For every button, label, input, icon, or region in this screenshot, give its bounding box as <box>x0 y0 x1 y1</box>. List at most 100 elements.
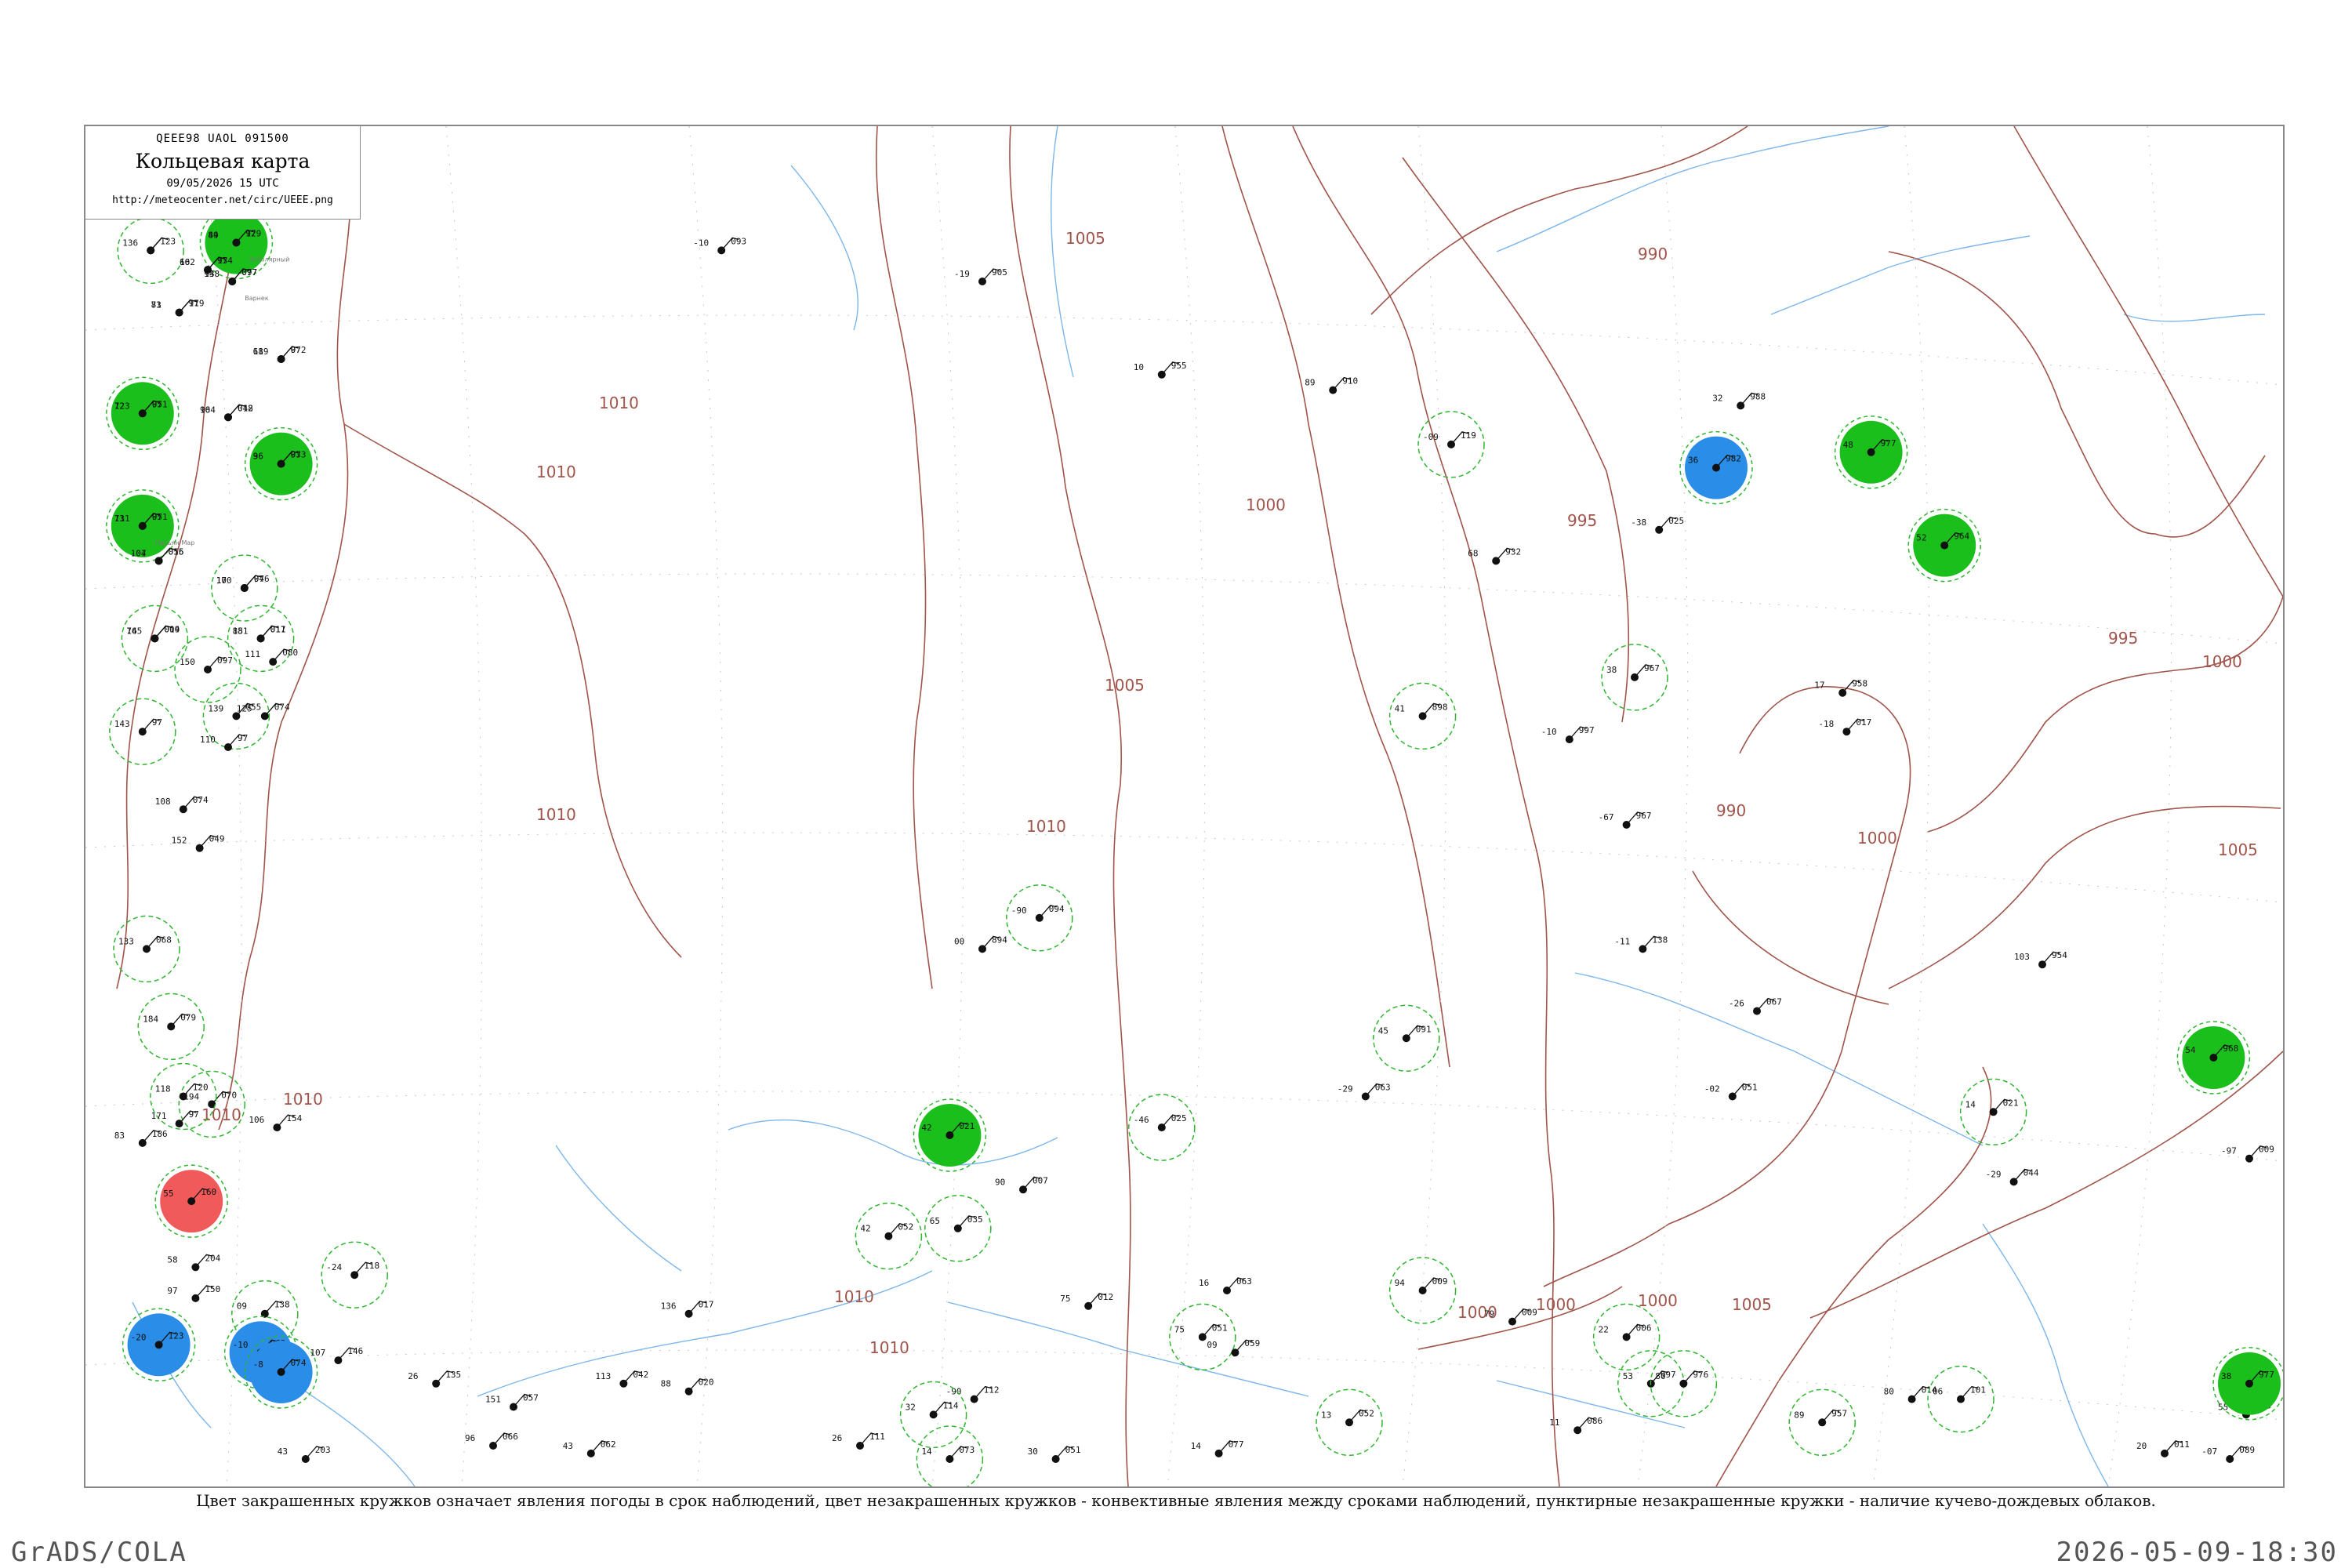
station: 43 203 <box>278 1445 331 1463</box>
station-temperature: 123 <box>114 401 130 411</box>
isobar-label: 1000 <box>1638 1291 1678 1310</box>
station: 30 051 <box>1028 1445 1080 1463</box>
footer-timestamp: 2026-05-09-18:30 <box>2056 1537 2338 1568</box>
station-pressure: 011 <box>2174 1439 2190 1450</box>
station-pressure: 894 <box>992 935 1007 945</box>
station: 89 957 <box>1788 1388 1856 1457</box>
station-pressure: 957 <box>1831 1408 1847 1418</box>
station: -29 044 <box>1986 1167 2039 1186</box>
station-pressure: 066 <box>503 1432 518 1442</box>
station-temperature: 17 <box>216 575 227 586</box>
station-pressure: 015 <box>169 546 184 557</box>
station-pressure: 068 <box>156 935 172 945</box>
station-pressure: 020 <box>699 1377 714 1388</box>
station-temperature: 125 <box>237 703 252 713</box>
station-pressure: 958 <box>1852 679 1867 689</box>
station: 17 046 <box>216 574 270 593</box>
station-temperature: 110 <box>200 735 216 745</box>
isobar-label: 1005 <box>1065 229 1105 248</box>
station-pressure: 97 <box>152 717 162 728</box>
station-temperature: 118 <box>155 1084 171 1094</box>
station-pressure: 079 <box>180 1012 196 1022</box>
river-line <box>1051 126 1074 378</box>
station-pressure: 955 <box>1171 361 1187 371</box>
river-line <box>1982 1223 2109 1486</box>
station-temperature: 58 <box>167 1254 177 1265</box>
station-temperature: 13 <box>1321 1410 1331 1420</box>
station: 58 204 <box>167 1253 221 1272</box>
station-pressure: 138 <box>274 1300 290 1310</box>
station-pressure: 186 <box>152 1129 168 1139</box>
map-canvas: 1010101010101010101010101010100510051000… <box>85 126 2283 1486</box>
station: -8 074 <box>244 1335 318 1409</box>
footer-software: GrADS/COLA <box>11 1537 187 1568</box>
station: -18 017 <box>1818 717 1871 736</box>
station-temperature: -11 <box>1614 936 1630 946</box>
station-pressure: 134 <box>217 256 233 266</box>
station-temperature: -07 <box>2201 1446 2217 1457</box>
bulletin-code: QEEE98 UAOL 091500 <box>156 132 289 145</box>
station-pressure: 988 <box>1750 391 1766 401</box>
station: 38 967 <box>1601 644 1668 711</box>
station: 75 051 <box>1169 1303 1236 1371</box>
station-pressure: 063 <box>1236 1276 1252 1287</box>
station-temperature: 14 <box>1965 1099 1976 1109</box>
station: 88 011 <box>233 624 285 643</box>
isobar-label: 1010 <box>869 1338 909 1357</box>
isobar-line <box>1888 805 2281 989</box>
station: 41 898 <box>1388 682 1457 750</box>
station-temperature: 32 <box>1712 393 1722 403</box>
isobar-label: 995 <box>1567 511 1597 530</box>
isobar-label: 990 <box>1716 801 1746 820</box>
station-pressure: 905 <box>992 267 1007 278</box>
station: 13 052 <box>1316 1388 1383 1457</box>
isobar-label: 1010 <box>834 1287 874 1306</box>
station-pressure: 074 <box>274 702 290 712</box>
station-pressure: 077 <box>1229 1439 1244 1450</box>
station: 73 119 <box>151 299 204 317</box>
station-temperature: 17 <box>1814 681 1824 691</box>
station: 14 021 <box>1959 1078 2027 1146</box>
station: 75 012 <box>1060 1292 1113 1310</box>
river-line <box>289 1380 416 1486</box>
station-pressure: 077 <box>241 267 257 278</box>
station: 150 097 <box>174 636 241 703</box>
station: 90 007 <box>995 1175 1048 1194</box>
station: 52 964 <box>1907 508 1981 583</box>
station-temperature: 38 <box>1606 665 1617 675</box>
station-pressure: 017 <box>1856 717 1871 728</box>
station: 113 042 <box>595 1370 648 1388</box>
station-temperature: 76 <box>126 626 136 636</box>
station-temperature: 106 <box>249 1115 264 1125</box>
station-pressure: 910 <box>1342 376 1358 387</box>
station-temperature: 150 <box>180 657 195 667</box>
station-temperature: -90 <box>1011 906 1027 916</box>
station: 76 014 <box>126 624 180 643</box>
graticule-layer <box>85 126 2283 1486</box>
station-pressure: 073 <box>959 1445 975 1455</box>
isobar-labels-layer: 1010101010101010101010101010100510051000… <box>201 229 2258 1357</box>
station: 06 101 <box>1927 1365 1994 1433</box>
station-pressure: 035 <box>967 1214 983 1225</box>
station-temperature: 36 <box>1688 456 1698 466</box>
station: 94 009 <box>1388 1257 1457 1324</box>
station-temperature: 94 <box>1395 1278 1406 1288</box>
station: 10 955 <box>1134 361 1187 379</box>
station: 143 97 <box>109 698 176 765</box>
station-temperature: 113 <box>595 1371 611 1381</box>
station: 80 976 <box>1650 1350 1718 1417</box>
station: 106 154 <box>249 1113 303 1132</box>
station-pressure: 982 <box>1726 454 1741 464</box>
isobar-label: 1005 <box>1732 1295 1772 1314</box>
station-temperature: 88 <box>661 1379 671 1389</box>
station: 133 068 <box>113 915 180 983</box>
station-pressure: 967 <box>1644 663 1660 673</box>
station-pressure: 97 <box>238 733 248 743</box>
station-temperature: 14 <box>921 1446 932 1457</box>
station-temperature: 103 <box>2014 952 2030 962</box>
station-pressure: 119 <box>1461 430 1476 441</box>
station-pressure: 067 <box>1766 997 1782 1007</box>
station-pressure: 123 <box>160 236 176 246</box>
station-pressure: 093 <box>731 236 746 246</box>
station-pressure: 204 <box>205 1253 220 1263</box>
